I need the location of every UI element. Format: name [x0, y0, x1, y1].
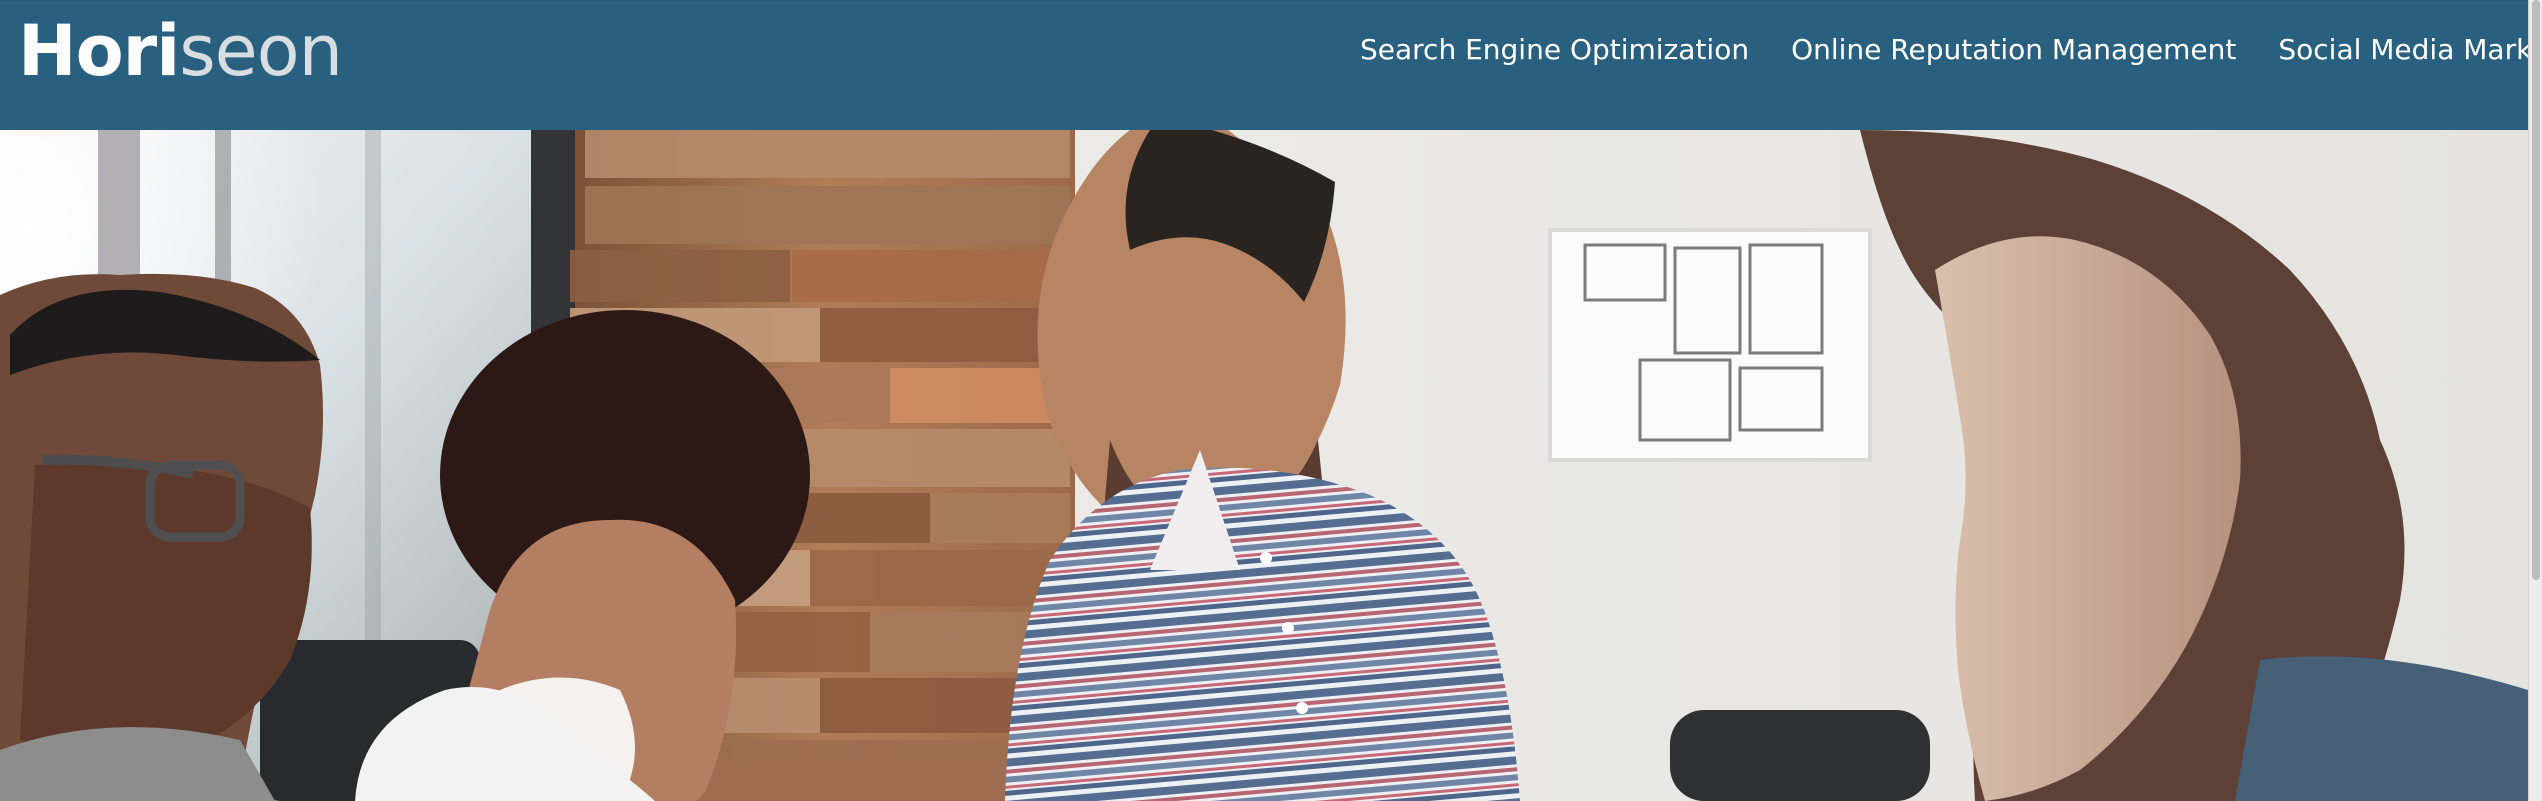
logo-part-b: seon: [179, 10, 343, 92]
nav-link-online-reputation-management[interactable]: Online Reputation Management: [1791, 36, 2236, 64]
nav-link-social-media-marketing[interactable]: Social Media Marketing: [2278, 36, 2542, 64]
scrollbar-thumb[interactable]: [2532, 0, 2540, 580]
site-logo[interactable]: Hori seon: [18, 10, 343, 92]
main-navigation: Search Engine Optimization Online Reputa…: [1360, 36, 2542, 64]
hero-image: [0, 130, 2528, 801]
hero-photo-illustration: [0, 130, 2528, 801]
scrollbar-icon[interactable]: [2528, 0, 2542, 801]
site-header: Hori seon Search Engine Optimization Onl…: [0, 0, 2542, 130]
logo-part-a: Hori: [18, 10, 180, 92]
page: Hori seon Search Engine Optimization Onl…: [0, 0, 2542, 801]
nav-link-search-engine-optimization[interactable]: Search Engine Optimization: [1360, 36, 1749, 64]
